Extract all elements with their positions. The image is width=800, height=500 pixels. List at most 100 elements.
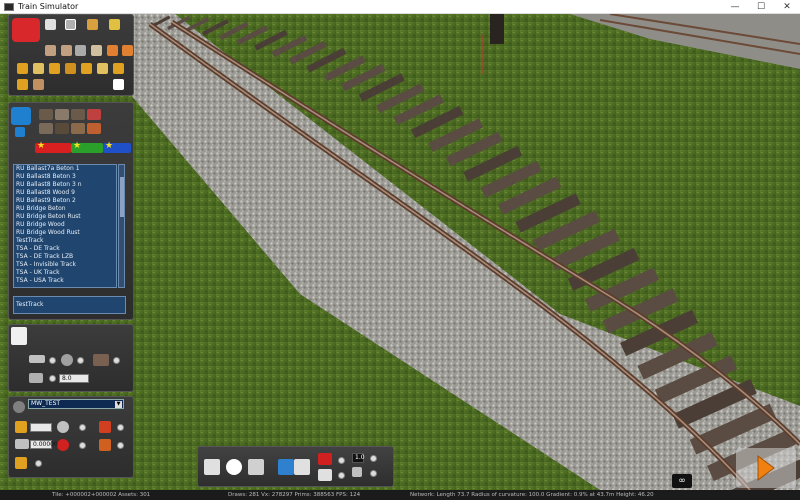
title-bar: Train Simulator — ☐ ✕ [0,0,800,14]
home-view-icon[interactable] [294,459,310,475]
small-cube-icon[interactable] [15,127,25,137]
window-title: Train Simulator [18,2,79,11]
list-item[interactable]: TSA - DE Track [14,245,116,253]
maximize-button[interactable]: ☐ [748,0,774,14]
home-icon[interactable] [45,19,56,30]
radio-sleeper[interactable] [113,357,120,364]
fit-view-icon[interactable] [204,459,220,475]
track-list-scrollbar[interactable] [118,164,125,288]
crosshair-icon[interactable] [113,63,124,74]
radio-brush[interactable] [117,442,124,449]
lock-icon[interactable] [352,467,362,477]
track-type-3-icon[interactable] [71,109,85,120]
train-icon[interactable] [109,19,120,30]
track-type-4-icon[interactable] [87,109,101,120]
gear-icon[interactable] [61,354,73,366]
list-item[interactable]: RU Ballast8 Beton 3 [14,173,116,181]
object-cube-icon[interactable] [11,107,31,125]
copy-icon[interactable] [45,45,56,56]
radio-spline[interactable] [49,357,56,364]
track-type-8-icon[interactable] [87,123,101,134]
status-bar: Tile: +000002+000002 Assets: 301 Draws: … [0,490,800,500]
offset-icon[interactable] [15,439,29,449]
height-input[interactable] [30,423,52,432]
radio-zoom[interactable] [370,455,377,462]
snap-icon[interactable] [97,63,108,74]
list-item[interactable]: RU Ballast8 Wood 9 [14,189,116,197]
measure-icon[interactable] [17,79,28,90]
brush-tool-icon[interactable] [99,439,111,451]
track-asset-list[interactable]: RU Ballast7a Beton 1 RU Ballast8 Beton 3R… [13,164,117,288]
list-item[interactable]: TSA - UK Track [14,269,116,277]
list-item[interactable]: RU Ballast8 Beton 3 n [14,181,116,189]
toolbox-icon[interactable] [12,18,40,42]
radio-bucket[interactable] [79,442,86,449]
redo-icon[interactable] [122,45,133,56]
star-icon: ★ [73,141,82,151]
route-dropdown[interactable]: MW_TEST ▼ [28,399,124,409]
ruler-icon[interactable] [33,79,44,90]
align-icon[interactable] [49,63,60,74]
spline-icon[interactable] [29,355,45,363]
paste-icon[interactable] [61,45,72,56]
list-item[interactable]: RU Bridge Wood Rust [14,229,116,237]
close-button[interactable]: ✕ [774,0,800,14]
radio-marker[interactable] [338,457,345,464]
radio-gear[interactable] [77,357,84,364]
list-item[interactable]: TSA - USA Track [14,277,116,285]
radio-scissors[interactable] [49,375,56,382]
list-item[interactable]: RU Bridge Wood [14,221,116,229]
radio-flag[interactable] [338,472,345,479]
radio-lock[interactable] [370,470,377,477]
sleeper-icon[interactable] [93,354,109,366]
camera-toolbar: 1.0 [197,446,394,487]
flag-icon[interactable] [318,469,332,481]
rotate-icon[interactable] [65,63,76,74]
track-type-1-icon[interactable] [39,109,53,120]
radio-slope[interactable] [35,460,42,467]
list-item[interactable]: RU Ballast9 Beton 2 [14,197,116,205]
list-item[interactable]: TSA - Invisible Track [14,261,116,269]
list-item[interactable]: TSA - DE Track LZB [14,253,116,261]
grid-icon[interactable] [81,63,92,74]
track-type-6-icon[interactable] [55,123,69,134]
height-icon[interactable] [15,421,27,433]
play-button[interactable] [736,448,796,488]
scissors-icon[interactable] [29,373,43,383]
delete-icon[interactable] [75,45,86,56]
rotate-view-icon[interactable] [226,459,242,475]
list-item[interactable]: RU Ballast7a Beton 1 [14,165,116,173]
track-type-5-icon[interactable] [39,123,53,134]
document-icon[interactable] [91,45,102,56]
zoom-value[interactable]: 1.0 [352,453,365,463]
bucket-icon[interactable] [57,439,69,451]
spiral-icon[interactable] [57,421,69,433]
scrollbar-thumb[interactable] [120,177,124,217]
chevron-down-icon[interactable]: ▼ [115,401,122,408]
radio-spiral[interactable] [79,424,86,431]
list-item[interactable]: RU Bridge Beton [14,205,116,213]
track-type-7-icon[interactable] [71,123,85,134]
pen-icon[interactable] [99,421,111,433]
camera-icon[interactable] [278,459,294,475]
settings-gear-icon[interactable] [13,401,25,413]
slope-icon[interactable] [15,457,27,469]
select-icon[interactable] [17,63,28,74]
move-icon[interactable] [33,63,44,74]
scale-view-icon[interactable] [248,459,264,475]
marker-icon[interactable] [318,453,332,465]
cursor-icon[interactable] [113,79,124,90]
link-icon[interactable]: ∞ [672,474,692,488]
play-panel: ∞ [664,446,799,490]
spacing-input[interactable]: 8.0 [59,374,89,383]
minimize-button[interactable]: — [722,0,748,14]
undo-icon[interactable] [107,45,118,56]
track-type-2-icon[interactable] [55,109,69,120]
properties-doc-icon[interactable] [11,327,27,345]
list-item[interactable]: TestTrack [14,237,116,245]
radio-pen[interactable] [117,424,124,431]
offset-input[interactable]: 0.00000 [30,440,58,449]
brush-icon[interactable] [87,19,98,30]
list-item[interactable]: RU Bridge Beton Rust [14,213,116,221]
track-tool-icon[interactable] [65,19,76,30]
